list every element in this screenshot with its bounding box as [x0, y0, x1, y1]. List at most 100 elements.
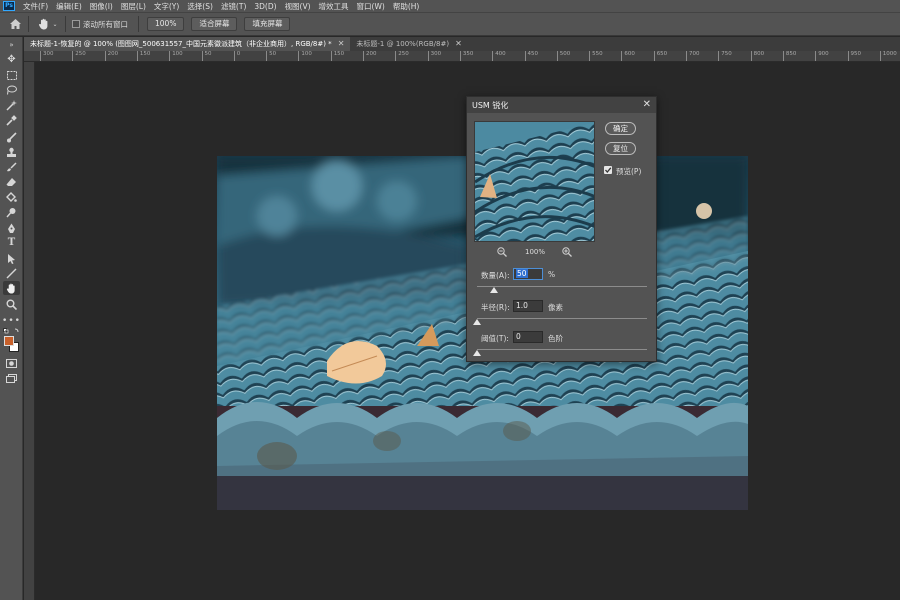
menu-select[interactable]: 选择(S) [183, 1, 217, 12]
pen-tool-icon[interactable] [3, 221, 20, 235]
stamp-tool-icon[interactable] [3, 145, 20, 159]
home-icon[interactable] [8, 17, 22, 31]
ruler-tick: 500 [556, 51, 570, 61]
tab-label: 未标题-1 @ 100%(RGB/8#) [356, 40, 450, 48]
chevron-down-icon[interactable]: ⌄ [51, 17, 59, 31]
divider [28, 16, 29, 32]
preview-checkbox[interactable] [604, 166, 612, 174]
ruler-tick: 1000 [879, 51, 897, 61]
radius-slider-thumb[interactable] [473, 319, 481, 325]
menu-layer[interactable]: 图层(L) [117, 1, 150, 12]
collapse-panel-icon[interactable]: » [3, 38, 20, 52]
foreground-color-swatch[interactable] [4, 336, 14, 346]
threshold-slider-thumb[interactable] [473, 350, 481, 356]
menu-image[interactable]: 图像(I) [86, 1, 117, 12]
threshold-slider-track[interactable] [477, 349, 647, 350]
radius-slider-track[interactable] [477, 318, 647, 319]
menu-window[interactable]: 窗口(W) [353, 1, 389, 12]
zoom-tool-icon[interactable] [3, 297, 20, 311]
amount-label: 数量(A): [481, 271, 510, 280]
scroll-all-windows-checkbox[interactable] [72, 20, 80, 28]
history-brush-tool-icon[interactable] [3, 160, 20, 174]
eyedropper-tool-icon[interactable] [3, 113, 20, 127]
hand-tool-icon[interactable] [3, 281, 20, 295]
ruler-tick: 150 [136, 51, 150, 61]
ruler-tick: 250 [395, 51, 409, 61]
preview-label: 预览(P) [616, 167, 642, 176]
eraser-tool-icon[interactable] [3, 175, 20, 189]
menu-type[interactable]: 文字(Y) [150, 1, 183, 12]
scroll-all-windows-label: 滚动所有窗口 [83, 19, 128, 29]
more-tools-icon[interactable]: ••• [2, 314, 20, 328]
close-icon[interactable]: ✕ [455, 37, 462, 51]
move-tool-icon[interactable]: ✥ [3, 53, 20, 67]
dodge-tool-icon[interactable] [3, 205, 20, 219]
close-icon[interactable]: ✕ [643, 99, 651, 110]
ruler-tick: 800 [750, 51, 764, 61]
dialog-title-bar[interactable]: USM 锐化 ✕ [467, 97, 656, 113]
screen-mode-icon[interactable] [3, 371, 20, 385]
horizontal-ruler: 300 250 200 150 100 50 0 50 100 150 200 250 300 350 40… [24, 51, 900, 62]
ruler-tick: 700 [686, 51, 700, 61]
radius-input[interactable]: 1.0 [513, 300, 543, 312]
ruler-tick: 550 [589, 51, 603, 61]
brush-tool-icon[interactable] [3, 130, 20, 144]
line-tool-icon[interactable] [3, 266, 20, 280]
menu-3d[interactable]: 3D(D) [250, 2, 280, 11]
ruler-tick: 50 [266, 51, 276, 61]
zoom-out-icon[interactable] [497, 247, 507, 257]
magic-wand-tool-icon[interactable] [3, 98, 20, 112]
menu-file[interactable]: 文件(F) [19, 1, 52, 12]
dialog-title: USM 锐化 [472, 101, 509, 110]
zoom-in-icon[interactable] [562, 247, 572, 257]
tab-document-2[interactable]: 未标题-1 @ 100%(RGB/8#) ✕ [350, 37, 467, 51]
fill-screen-button[interactable]: 填充屏幕 [244, 17, 291, 31]
options-bar: ⌄ 滚动所有窗口 100% 适合屏幕 填充屏幕 [0, 12, 900, 36]
path-selection-tool-icon[interactable] [3, 251, 20, 265]
type-tool-icon[interactable]: T [3, 236, 20, 250]
amount-input[interactable]: 50 [513, 268, 543, 280]
reset-button[interactable]: 复位 [605, 142, 636, 155]
ruler-tick: 200 [363, 51, 377, 61]
ruler-tick: 350 [459, 51, 473, 61]
marquee-tool-icon[interactable] [3, 68, 20, 82]
ruler-tick: 50 [201, 51, 212, 61]
tab-document-1[interactable]: 未标题-1-恢复的 @ 100% (图图网_500631557_中国元素徽派建筑… [24, 37, 351, 51]
photoshop-logo: Ps [3, 1, 15, 11]
menu-help[interactable]: 帮助(H) [389, 1, 424, 12]
quick-mask-icon[interactable] [3, 356, 20, 370]
hand-tool-preset-icon[interactable] [37, 17, 51, 31]
color-swatches [4, 336, 21, 353]
ruler-tick: 650 [653, 51, 667, 61]
zoom-100-button[interactable]: 100% [147, 17, 185, 31]
radius-unit: 像素 [548, 303, 563, 312]
preview-zoom-level: 100% [525, 248, 546, 256]
ok-button[interactable]: 确定 [605, 122, 636, 135]
menu-view[interactable]: 视图(V) [281, 1, 315, 12]
amount-slider-thumb[interactable] [490, 287, 498, 293]
swap-colors-icon[interactable] [3, 328, 20, 335]
ruler-tick: 750 [718, 51, 732, 61]
ruler-tick: 200 [104, 51, 118, 61]
ruler-tick: 600 [621, 51, 635, 61]
close-icon[interactable]: ✕ [338, 37, 345, 51]
ruler-tick: 950 [847, 51, 861, 61]
document-tabs: 未标题-1-恢复的 @ 100% (图图网_500631557_中国元素徽派建筑… [24, 37, 900, 51]
paint-bucket-tool-icon[interactable] [3, 190, 20, 204]
vertical-ruler [24, 62, 35, 600]
fit-screen-button[interactable]: 适合屏幕 [191, 17, 238, 31]
amount-value: 50 [516, 269, 528, 278]
amount-slider-track[interactable] [477, 286, 647, 287]
menu-edit[interactable]: 编辑(E) [52, 1, 86, 12]
tab-label: 未标题-1-恢复的 @ 100% (图图网_500631557_中国元素徽派建筑… [30, 40, 332, 48]
threshold-input[interactable]: 0 [513, 331, 543, 343]
menu-filter[interactable]: 滤镜(T) [217, 1, 250, 12]
divider [65, 16, 66, 32]
ruler-tick: 400 [492, 51, 506, 61]
ruler-tick: 150 [330, 51, 344, 61]
filter-preview-image[interactable] [474, 121, 595, 242]
lasso-tool-icon[interactable] [3, 83, 20, 97]
ruler-tick: 300 [427, 51, 441, 61]
menu-plugins[interactable]: 增效工具 [315, 1, 353, 12]
ruler-tick: 850 [782, 51, 796, 61]
